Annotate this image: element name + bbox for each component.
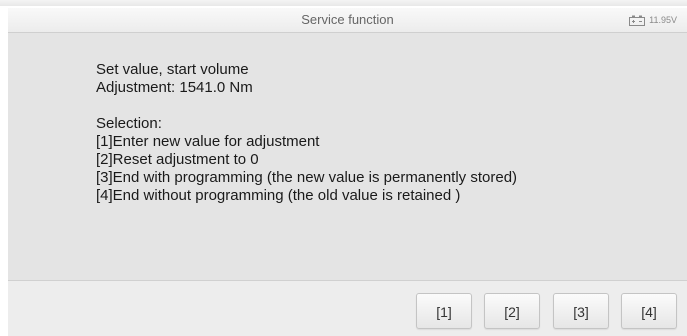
page-title: Service function <box>301 12 394 27</box>
option-3-button[interactable]: [3] <box>553 293 609 329</box>
option-end-with-programming: [3]End with programming (the new value i… <box>96 169 518 186</box>
option-2-button[interactable]: [2] <box>484 293 540 329</box>
service-function-screen: Service function 11.95V Set value, start… <box>0 0 687 336</box>
title-bar: Service function 11.95V <box>8 8 687 33</box>
option-1-button[interactable]: [1] <box>416 293 472 329</box>
button-bar: [1] [2] [3] [4] <box>8 281 687 336</box>
message-line-setting: Set value, start volume <box>96 61 249 78</box>
option-enter-new-value: [1]Enter new value for adjustment <box>96 133 320 150</box>
option-reset-adjustment: [2]Reset adjustment to 0 <box>96 151 259 168</box>
message-text: Set value, start volume Adjustment: 1541… <box>96 61 517 205</box>
battery-icon <box>629 15 646 26</box>
battery-status: 11.95V <box>629 13 677 27</box>
option-end-without-programming: [4]End without programming (the old valu… <box>96 187 461 204</box>
selection-heading: Selection: <box>96 115 162 132</box>
battery-voltage: 11.95V <box>649 15 677 25</box>
option-4-button[interactable]: [4] <box>621 293 677 329</box>
device-edge <box>0 0 687 6</box>
message-line-adjustment: Adjustment: 1541.0 Nm <box>96 79 253 96</box>
